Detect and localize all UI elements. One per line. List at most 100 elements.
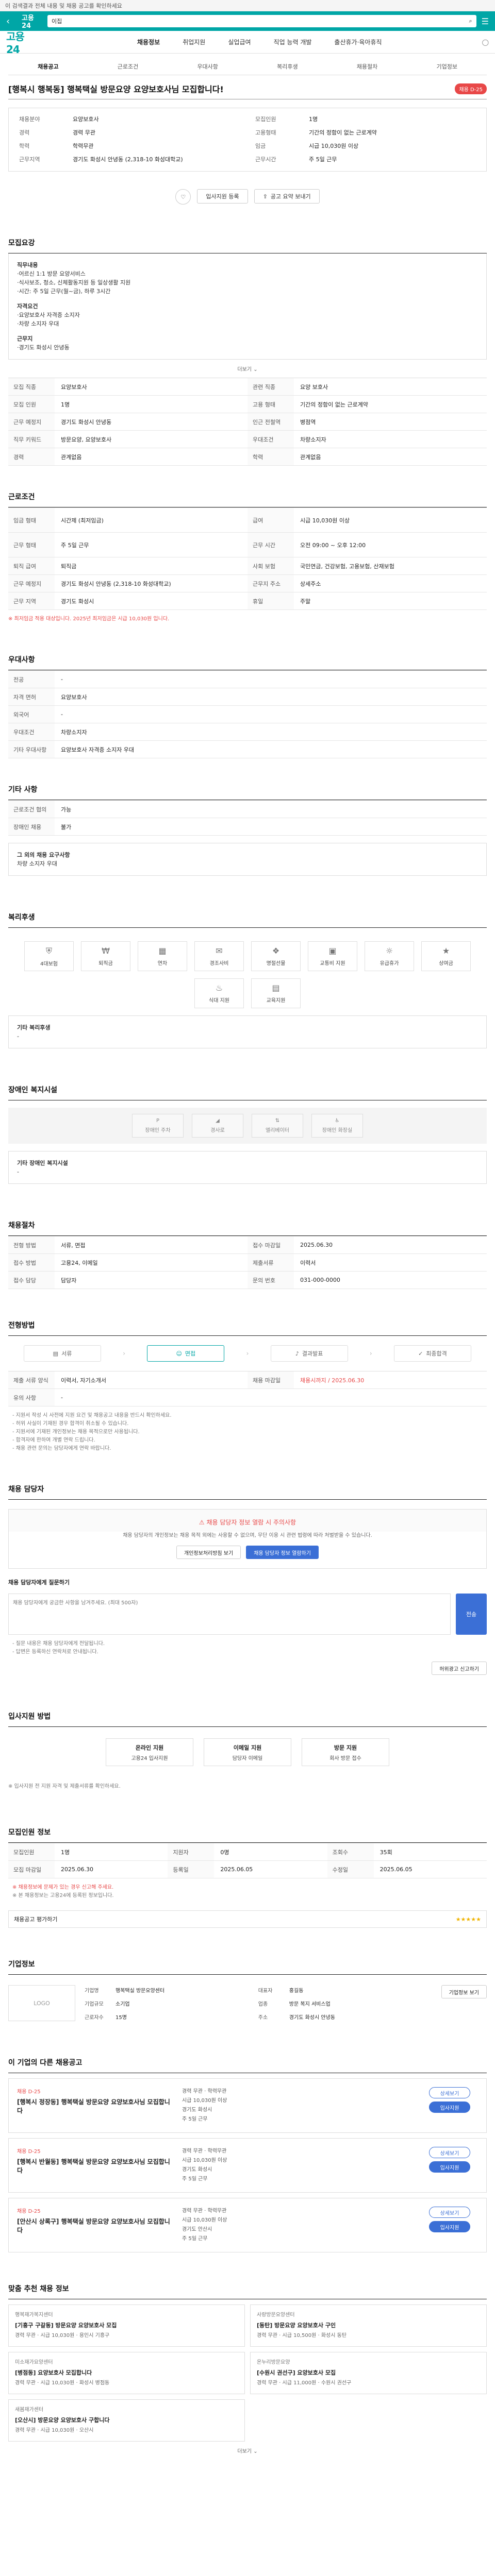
tab-process[interactable]: 채용절차 bbox=[327, 62, 407, 71]
conditions-note: ※ 최저임금 적용 대상입니다. 2025년 최저임금은 시급 10,030원 … bbox=[8, 616, 170, 622]
arrow-right-icon: › bbox=[123, 1350, 126, 1357]
nav-item-benefit[interactable]: 실업급여 bbox=[228, 38, 251, 46]
apply-button[interactable]: 입사지원 bbox=[429, 2221, 470, 2232]
person-icon: ☺ bbox=[176, 1350, 182, 1357]
table-row: 유의 사항 - bbox=[8, 1389, 487, 1406]
job-card[interactable]: 채용 D-25 [행복시 반월동] 행복택실 방문요양 요양보호사님 모집합니다 … bbox=[8, 2138, 487, 2193]
table-row: 모집 직종 요양보호사 관련 직종 요양 보호사 bbox=[8, 378, 487, 396]
body-line: ·요양보호사 자격증 소지자 bbox=[17, 312, 80, 318]
recommend-card[interactable]: 행복재가복지센터 [기흥구 구갈동] 방문요양 요양보호사 모집 경력 무관 · 시… bbox=[8, 2304, 245, 2347]
steps-notes: - 지원서 작성 시 사전에 지원 요건 및 채용공고 내용을 반드시 확인하세… bbox=[12, 1413, 172, 1451]
info-row: 학력 학력무관 bbox=[19, 143, 94, 149]
search-input[interactable]: 이집 ⌕ bbox=[47, 15, 476, 27]
share-button[interactable]: ⇪ 공고 요약 보내기 bbox=[254, 189, 320, 204]
recommend-card[interactable]: 새봄재가센터 [오산시] 방문요양 요양보호사 구합니다 경력 무관 · 시급 10… bbox=[8, 2399, 245, 2442]
document-icon: ▤ bbox=[53, 1350, 59, 1357]
section-title: 맞춤 추천 채용 정보 bbox=[8, 2278, 487, 2299]
heart-icon[interactable]: ♡ bbox=[175, 189, 191, 205]
tab-company[interactable]: 기업정보 bbox=[407, 62, 487, 71]
disabled-section: 장애인 복지시설 P 장애인 주차 ◢ 경사로 ⇅ 엘리베이터 ♿ 장애인 화장실 기타… bbox=[8, 1079, 487, 1184]
section-title: 모집인원 정보 bbox=[8, 1822, 487, 1843]
company-more-button[interactable]: 기업정보 보기 bbox=[441, 1985, 487, 1998]
tab-welfare[interactable]: 복리후생 bbox=[248, 62, 327, 71]
share-icon: ⇪ bbox=[262, 193, 268, 200]
apply-button[interactable]: 입사지원 등록 bbox=[197, 189, 248, 204]
bus-icon: ▣ bbox=[328, 946, 337, 956]
present-icon: ❖ bbox=[272, 946, 280, 956]
recommend-more-button[interactable]: 더보기 ⌄ bbox=[8, 2442, 487, 2460]
howto-item[interactable]: 방문 지원 회사 방문 접수 bbox=[302, 1738, 389, 1766]
nav-item-support[interactable]: 취업지원 bbox=[183, 38, 205, 46]
brand-logo[interactable]: 고용24 bbox=[6, 28, 37, 56]
main-nav: 고용24 채용정보 취업지원 실업급여 직업 능력 개발 출산휴가·육아휴직 ◯ bbox=[0, 28, 495, 56]
info-row: 채용분야 요양보호사 bbox=[19, 116, 99, 123]
nav-item-jobs[interactable]: 채용정보 bbox=[137, 38, 160, 46]
detail-button[interactable]: 상세보기 bbox=[429, 2207, 470, 2218]
back-arrow-icon[interactable]: ‹ bbox=[6, 16, 16, 27]
apply-button[interactable]: 입사지원 bbox=[429, 2102, 470, 2113]
detail-button[interactable]: 상세보기 bbox=[429, 2147, 470, 2158]
privacy-policy-button[interactable]: 개인정보처리방침 보기 bbox=[176, 1546, 241, 1559]
recruit-body: 직무내용 ·어르신 1:1 방문 요양서비스 ·식사보조, 청소, 신체활동지원… bbox=[8, 253, 487, 360]
recommend-card[interactable]: 사랑방문요양센터 [동탄] 방문요양 요양보호사 구인 경력 무관 · 시급 10,… bbox=[250, 2304, 487, 2347]
conditions-table: 임금 형태 시간제 (최저임금) 급여 시급 10,030원 이상 근무 형태 주 5일… bbox=[8, 507, 487, 610]
step-item: ☺ 면접 bbox=[147, 1345, 225, 1362]
recommend-card[interactable]: 미소재가요양센터 [병점동] 요양보호사 모집합니다 경력 무관 · 시급 10,0… bbox=[8, 2352, 245, 2394]
more-button[interactable]: 더보기 ⌄ bbox=[8, 360, 487, 378]
welfare-item: ▤ 교육지원 bbox=[251, 978, 301, 1008]
step-item: ▤ 서류 bbox=[24, 1345, 101, 1362]
report-button[interactable]: 허위광고 신고하기 bbox=[432, 1662, 487, 1675]
gift-icon: ✉ bbox=[216, 946, 223, 956]
star-icon[interactable]: ★★★★★ bbox=[456, 1916, 481, 1923]
arrow-right-icon: › bbox=[369, 1350, 372, 1357]
info-row: 경력 경력 무관 bbox=[19, 129, 95, 136]
send-button[interactable]: 전송 bbox=[456, 1594, 487, 1635]
view-contact-button[interactable]: 채용 담당자 정보 열람하기 bbox=[246, 1546, 319, 1559]
howto-item[interactable]: 이메일 지원 담당자 이메일 bbox=[204, 1738, 291, 1766]
tab-conditions[interactable]: 근로조건 bbox=[88, 62, 168, 71]
apply-button[interactable]: 입사지원 bbox=[429, 2161, 470, 2173]
inquiry-textarea[interactable] bbox=[8, 1594, 451, 1635]
steps-table: 제출 서류 양식 이력서, 자기소개서 채용 마감일 채용시까지 / 2025.06.… bbox=[8, 1371, 487, 1406]
table-row: 접수 담당 담당자 문의 번호 031-000-0000 bbox=[8, 1272, 487, 1289]
step-item: ♪ 결과발표 bbox=[270, 1345, 348, 1362]
section-title: 이 기업의 다른 채용공고 bbox=[8, 2052, 487, 2073]
body-line: ·시간: 주 5일 근무(월~금), 하루 3시간 bbox=[17, 288, 111, 295]
info-row: 근무지역 경기도 화성시 안녕동 (2,318-10 화성대학교) bbox=[19, 156, 183, 163]
meal-icon: ♨ bbox=[215, 983, 223, 993]
facility-item: ⇅ 엘리베이터 bbox=[252, 1114, 303, 1138]
tab-recruit[interactable]: 채용공고 bbox=[8, 62, 88, 71]
company-logo: LOGO bbox=[8, 1985, 75, 2021]
rating-bar: 채용공고 평가하기 ★★★★★ bbox=[8, 1910, 487, 1928]
body-line: ·식사보조, 청소, 신체활동지원 등 일상생활 지원 bbox=[17, 279, 131, 286]
recommend-card[interactable]: 온누리방문요양 [수원시 권선구] 요양보호사 모집 경력 무관 · 시급 11,0… bbox=[250, 2352, 487, 2394]
job-card[interactable]: 채용 D-25 [안산시 상록구] 행복택실 방문요양 요양보호사님 모집합니다 … bbox=[8, 2198, 487, 2252]
top-banner: 이 검색결과 전체 내용 및 채용 공고를 확인하세요 bbox=[0, 0, 495, 11]
nav-item-training[interactable]: 직업 능력 개발 bbox=[274, 38, 312, 46]
user-icon[interactable]: ◯ bbox=[482, 39, 489, 46]
info-row: 근무시간 주 5일 근무 bbox=[255, 156, 337, 163]
disabled-other: 기타 장애인 복지시설 - bbox=[8, 1151, 487, 1184]
inquiry-label: 채용 담당자에게 질문하기 bbox=[8, 1579, 70, 1586]
menu-icon[interactable]: ☰ bbox=[482, 16, 489, 26]
inquiry-form: 전송 bbox=[8, 1594, 487, 1635]
table-row: 모집인원 1명 지원자 0명 조회수 35회 bbox=[8, 1843, 487, 1861]
nav-item-leave[interactable]: 출산휴가·육아휴직 bbox=[334, 38, 382, 46]
body-line: ·어르신 1:1 방문 요양서비스 bbox=[17, 270, 86, 277]
header-logo[interactable]: 고용24 bbox=[22, 12, 42, 30]
detail-button[interactable]: 상세보기 bbox=[429, 2087, 470, 2098]
howto-item[interactable]: 온라인 지원 고용24 입사지원 bbox=[106, 1738, 193, 1766]
recruit-section: 모집요강 직무내용 ·어르신 1:1 방문 요양서비스 ·식사보조, 청소, 신… bbox=[8, 232, 487, 466]
tab-preference[interactable]: 우대사항 bbox=[168, 62, 248, 71]
contact-section: 채용 담당자 ⚠ 채용 담당자 정보 열람 시 주의사항 채용 담당자의 개인정… bbox=[8, 1479, 487, 1675]
search-value[interactable]: 이집 bbox=[52, 17, 469, 25]
header: ‹ 고용24 이집 ⌕ ☰ bbox=[0, 11, 495, 31]
body-line: 자격요건 bbox=[17, 303, 38, 310]
contact-box: ⚠ 채용 담당자 정보 열람 시 주의사항 채용 담당자의 개인정보는 채용 목… bbox=[8, 1509, 487, 1569]
welfare-item: ▣ 교통비 지원 bbox=[308, 941, 357, 971]
body-line: 직무내용 bbox=[17, 262, 38, 268]
job-card[interactable]: 채용 D-25 [행복시 정장동] 행복택실 방문요양 요양보호사님 모집합니다 … bbox=[8, 2078, 487, 2133]
summary-info: 채용분야 요양보호사 모집인원 1명 경력 경력 무관 고용형태 기간의 정함이 없는 … bbox=[8, 108, 487, 172]
howto-options: 온라인 지원 고용24 입사지원 이메일 지원 담당자 이메일 방문 지원 회사 방문… bbox=[8, 1727, 487, 1777]
search-icon[interactable]: ⌕ bbox=[469, 18, 472, 25]
